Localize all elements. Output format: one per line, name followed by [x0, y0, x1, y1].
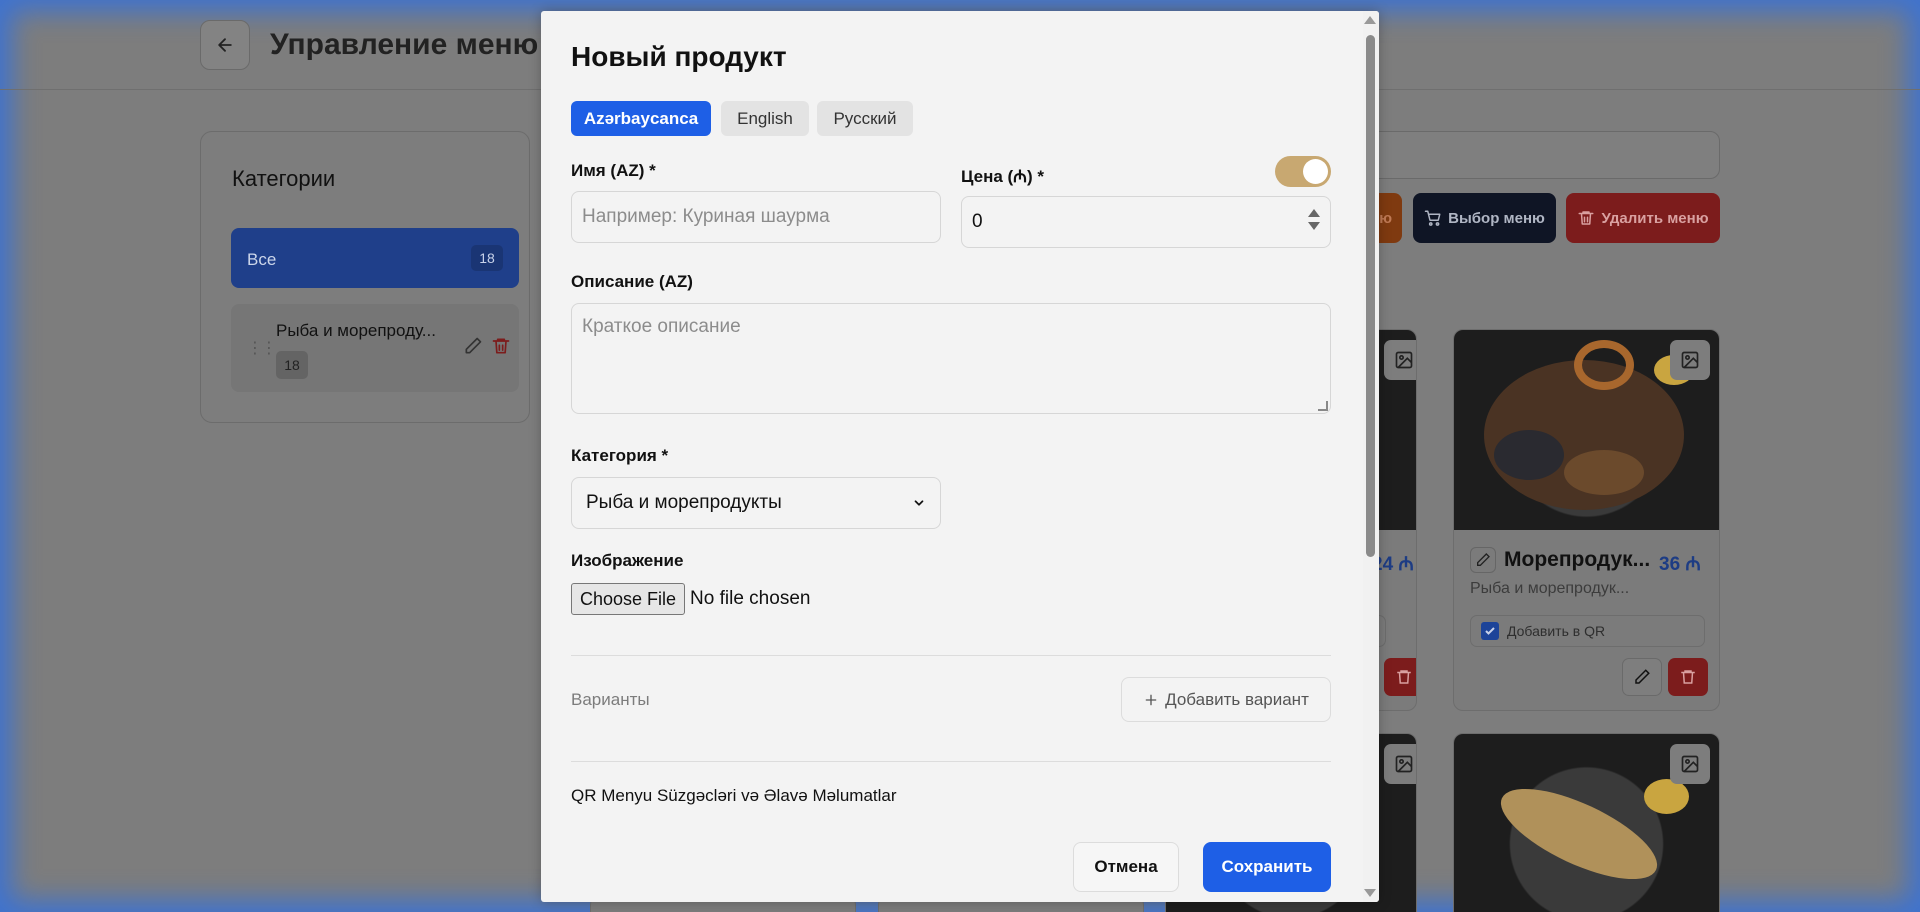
- add-variant-button[interactable]: Добавить вариант: [1121, 677, 1331, 722]
- scroll-down-icon[interactable]: [1364, 889, 1376, 897]
- number-stepper[interactable]: [1308, 209, 1320, 230]
- name-placeholder: Например: Куриная шаурма: [582, 206, 830, 227]
- page-title: Управление меню: [270, 28, 539, 61]
- category-all[interactable]: Все 18: [231, 228, 519, 288]
- file-input: Choose File No file chosen: [571, 583, 810, 615]
- trash-icon[interactable]: [491, 336, 511, 361]
- name-field[interactable]: Например: Куриная шаурма: [571, 191, 941, 243]
- scroll-up-icon[interactable]: [1364, 16, 1376, 24]
- delete-menu-label: Удалить меню: [1601, 209, 1709, 227]
- stepper-up-icon[interactable]: [1308, 209, 1320, 217]
- price-label: Цена (₼) *: [961, 167, 1044, 186]
- tab-azerbaijani[interactable]: Azərbaycanca: [571, 101, 711, 136]
- category-select[interactable]: Рыба и морепродукты: [571, 477, 941, 529]
- category-item[interactable]: ⋮⋮ Рыба и морепроду... 18: [231, 304, 519, 392]
- rename-button[interactable]: [1470, 547, 1496, 573]
- tab-russian[interactable]: Русский: [817, 101, 913, 136]
- description-placeholder: Краткое описание: [582, 316, 741, 337]
- category-item-label: Рыба и морепроду...: [276, 321, 436, 340]
- select-menu-button[interactable]: Выбор меню: [1413, 193, 1556, 243]
- product-category: Рыба и морепродук...: [1470, 580, 1630, 597]
- pencil-icon: [1477, 553, 1490, 566]
- save-button[interactable]: Сохранить: [1203, 842, 1331, 892]
- product-price: 36 ₼: [1659, 554, 1701, 575]
- image-icon[interactable]: [1384, 744, 1416, 784]
- scroll-thumb[interactable]: [1366, 35, 1375, 557]
- category-label: Категория *: [571, 446, 669, 465]
- tab-english[interactable]: English: [721, 101, 809, 136]
- pencil-icon[interactable]: [463, 336, 483, 361]
- edit-button[interactable]: [1622, 658, 1662, 696]
- variants-label: Варианты: [571, 690, 650, 709]
- product-card: Морепродук... 36 ₼ Рыба и морепродук... …: [1453, 329, 1720, 711]
- new-product-modal: Новый продукт Azərbaycanca English Русск…: [541, 11, 1379, 902]
- drag-handle-icon[interactable]: ⋮⋮: [247, 338, 277, 358]
- modal-title: Новый продукт: [571, 41, 787, 72]
- category-all-count: 18: [471, 245, 503, 271]
- resize-handle-icon[interactable]: [1318, 401, 1328, 411]
- categories-panel: Категории Все 18 ⋮⋮ Рыба и морепроду... …: [200, 131, 530, 423]
- select-menu-label: Выбор меню: [1448, 209, 1545, 227]
- toggle-knob: [1303, 159, 1328, 184]
- app-window: Управление меню Категории Все 18 ⋮⋮ Рыба…: [0, 0, 1920, 912]
- qr-label: Добавить в QR: [1507, 623, 1606, 639]
- delete-button[interactable]: [1384, 658, 1416, 696]
- trash-icon: [1397, 670, 1411, 684]
- stepper-down-icon[interactable]: [1308, 222, 1320, 230]
- name-label: Имя (AZ) *: [571, 161, 656, 180]
- arrow-left-icon: [218, 38, 232, 52]
- image-label: Изображение: [571, 551, 684, 570]
- image-icon[interactable]: [1384, 340, 1416, 380]
- check-icon: [1485, 627, 1495, 635]
- category-selected: Рыба и морепродукты: [586, 492, 782, 513]
- divider: [571, 655, 1331, 656]
- back-button[interactable]: [200, 20, 250, 70]
- description-label: Описание (AZ): [571, 272, 693, 291]
- category-item-count: 18: [276, 351, 308, 379]
- price-value: 0: [972, 211, 983, 232]
- trash-icon: [1681, 670, 1695, 684]
- divider: [571, 761, 1331, 762]
- description-field[interactable]: Краткое описание: [571, 303, 1331, 414]
- modal-scrollbar[interactable]: [1363, 11, 1379, 902]
- qr-checkbox[interactable]: [1481, 622, 1499, 640]
- price-field[interactable]: 0: [961, 196, 1331, 248]
- product-name: Морепродук...: [1504, 548, 1651, 571]
- categories-title: Категории: [232, 166, 336, 191]
- orange-action-label: ю: [1379, 209, 1392, 227]
- pencil-icon: [1635, 669, 1650, 684]
- cancel-button[interactable]: Отмена: [1073, 842, 1179, 892]
- image-icon[interactable]: [1670, 340, 1710, 380]
- category-all-label: Все: [247, 250, 277, 269]
- delete-menu-button[interactable]: Удалить меню: [1566, 193, 1720, 243]
- file-status: No file chosen: [690, 588, 811, 609]
- availability-toggle[interactable]: [1275, 156, 1331, 187]
- chevron-down-icon: [914, 500, 924, 506]
- choose-file-button[interactable]: Choose File: [571, 583, 686, 615]
- product-card: [1453, 733, 1720, 912]
- add-variant-label: Добавить вариант: [1165, 689, 1309, 709]
- qr-filters-section[interactable]: QR Menyu Süzgəcləri və Əlavə Məlumatlar: [571, 786, 897, 806]
- delete-button[interactable]: [1668, 658, 1708, 696]
- trash-icon: [1578, 211, 1594, 225]
- qr-toggle[interactable]: Добавить в QR: [1470, 615, 1705, 647]
- cart-icon: [1424, 210, 1441, 226]
- image-icon[interactable]: [1670, 744, 1710, 784]
- plus-icon: [1145, 694, 1157, 705]
